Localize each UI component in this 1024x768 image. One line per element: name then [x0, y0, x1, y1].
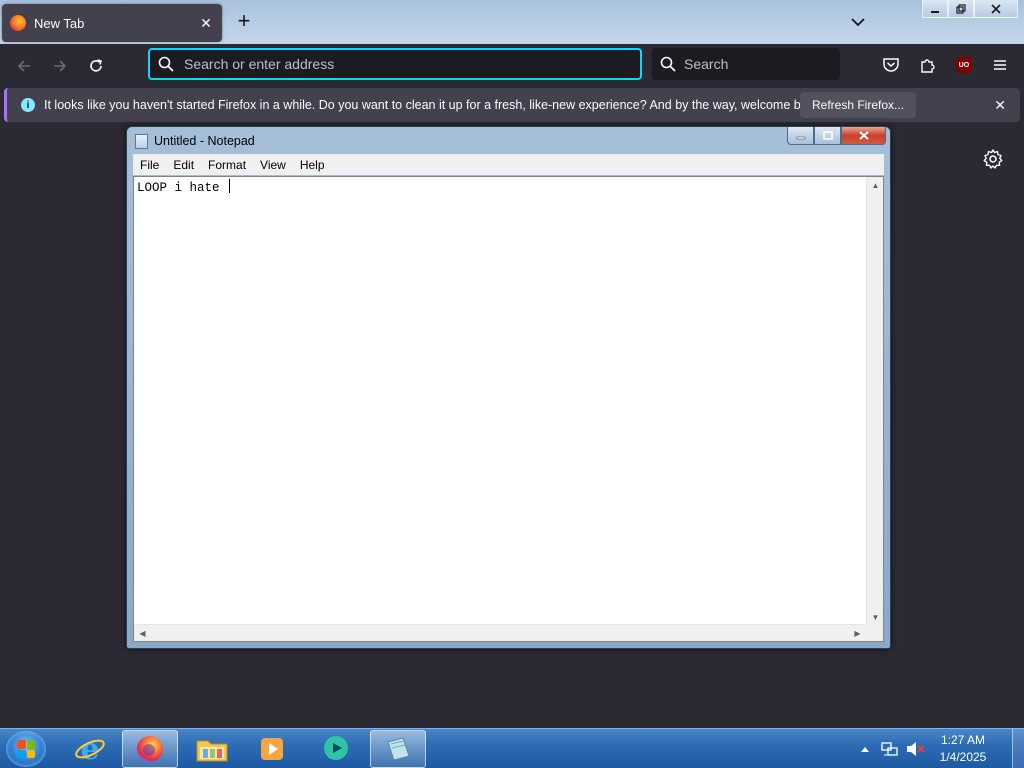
menu-help[interactable]: Help — [293, 158, 332, 172]
close-tab-icon[interactable]: ✕ — [194, 11, 218, 35]
notepad-caption-buttons — [787, 127, 886, 145]
hamburger-menu-icon — [994, 60, 1006, 70]
tab-title: New Tab — [34, 15, 85, 31]
search-bar[interactable] — [652, 48, 840, 80]
minimize-button[interactable] — [922, 0, 948, 18]
close-icon — [858, 131, 869, 140]
list-all-tabs-button[interactable] — [846, 12, 870, 32]
menu-edit[interactable]: Edit — [166, 158, 201, 172]
size-grip[interactable] — [866, 624, 883, 641]
tab-new-tab[interactable]: New Tab ✕ — [2, 4, 222, 42]
url-input[interactable] — [184, 56, 624, 72]
reload-button[interactable] — [82, 52, 110, 80]
show-desktop-button[interactable] — [1012, 729, 1024, 768]
extensions-button[interactable] — [915, 52, 941, 78]
minimize-icon — [931, 10, 939, 13]
restore-button[interactable] — [948, 0, 974, 18]
windows-logo-icon — [17, 740, 35, 758]
scroll-right-arrow-icon[interactable]: ▶ — [849, 625, 866, 642]
notepad-menubar: File Edit Format View Help — [133, 154, 884, 175]
clock[interactable]: 1:27 AM 1/4/2025 — [928, 732, 998, 766]
close-window-button[interactable] — [974, 0, 1018, 18]
clock-date: 1/4/2025 — [939, 750, 987, 764]
menu-format[interactable]: Format — [201, 158, 253, 172]
chat-bubble-icon — [324, 736, 348, 760]
system-tray: 1:27 AM 1/4/2025 — [858, 729, 1024, 768]
maximize-icon — [822, 131, 833, 140]
minimize-icon — [796, 136, 805, 139]
search-icon — [158, 56, 174, 72]
notepad-minimize-button[interactable] — [787, 127, 814, 145]
notepad-text: LOOP i hate — [137, 181, 228, 195]
taskbar-firefox[interactable] — [122, 730, 178, 768]
restore-icon — [956, 3, 966, 14]
notepad-icon — [135, 133, 148, 149]
vertical-scrollbar[interactable]: ▲ ▼ — [866, 177, 883, 626]
chevron-down-icon — [851, 18, 865, 27]
menu-file[interactable]: File — [133, 158, 166, 172]
notepad-titlebar[interactable]: Untitled - Notepad — [135, 131, 255, 151]
start-button[interactable] — [6, 731, 46, 767]
close-notification-icon[interactable]: ✕ — [994, 97, 1006, 114]
network-icon[interactable] — [878, 729, 902, 768]
firefox-logo-icon — [10, 15, 26, 31]
scroll-left-arrow-icon[interactable]: ◀ — [134, 625, 151, 642]
notepad-window[interactable]: Untitled - Notepad File Edit Format View… — [126, 126, 891, 649]
notepad-close-button[interactable] — [841, 127, 886, 145]
gear-icon — [983, 149, 1003, 169]
pocket-icon — [883, 58, 899, 72]
windows-taskbar: e 1:27 AM 1/4/2025 — [0, 728, 1024, 768]
horizontal-scrollbar[interactable]: ◀ ▶ — [134, 624, 866, 641]
taskbar-media-player[interactable] — [244, 730, 300, 768]
forward-arrow-icon — [54, 60, 67, 72]
new-tab-button[interactable]: + — [232, 10, 256, 34]
internet-explorer-icon: e — [75, 733, 105, 765]
volume-muted-icon[interactable] — [904, 729, 928, 768]
firefox-titlebar: New Tab ✕ + — [0, 0, 1024, 44]
notification-message: It looks like you haven't started Firefo… — [44, 98, 824, 112]
close-icon — [991, 3, 1001, 14]
menu-view[interactable]: View — [253, 158, 293, 172]
search-icon — [660, 56, 676, 72]
back-arrow-icon — [17, 60, 30, 72]
notepad-icon — [387, 737, 410, 761]
search-input[interactable] — [684, 56, 834, 72]
firefox-icon — [137, 736, 163, 762]
window-caption-buttons — [922, 0, 1018, 20]
navigation-toolbar: UO — [0, 44, 1024, 86]
notepad-title: Untitled - Notepad — [154, 134, 255, 148]
show-hidden-icons-icon[interactable] — [858, 729, 872, 768]
puzzle-icon — [921, 59, 935, 73]
address-bar[interactable] — [148, 48, 642, 80]
refresh-firefox-button[interactable]: Refresh Firefox... — [800, 92, 917, 118]
folder-icon — [196, 740, 228, 762]
taskbar-file-explorer[interactable] — [184, 730, 240, 768]
ublock-origin-button[interactable]: UO — [951, 52, 977, 78]
back-button[interactable] — [10, 52, 38, 80]
taskbar-notepad[interactable] — [370, 730, 426, 768]
app-menu-button[interactable] — [987, 52, 1013, 78]
refresh-firefox-notification: i It looks like you haven't started Fire… — [4, 88, 1020, 122]
info-icon: i — [21, 98, 35, 112]
media-player-icon — [261, 738, 283, 760]
taskbar-internet-explorer[interactable]: e — [62, 730, 118, 768]
reload-icon — [90, 59, 102, 72]
ublock-origin-icon: UO — [956, 57, 972, 73]
forward-button[interactable] — [46, 52, 74, 80]
pocket-button[interactable] — [878, 52, 904, 78]
customize-new-tab-button[interactable] — [982, 148, 1004, 170]
text-caret — [229, 179, 231, 193]
clock-time: 1:27 AM — [940, 733, 986, 747]
notepad-maximize-button[interactable] — [814, 127, 841, 145]
notepad-text-area[interactable]: LOOP i hate ▲ ▼ ◀ ▶ — [133, 176, 884, 642]
scroll-up-arrow-icon[interactable]: ▲ — [867, 177, 884, 194]
svg-text:e: e — [80, 733, 99, 765]
notepad-text-content: LOOP i hate — [137, 179, 231, 195]
taskbar-messenger[interactable] — [308, 730, 364, 768]
